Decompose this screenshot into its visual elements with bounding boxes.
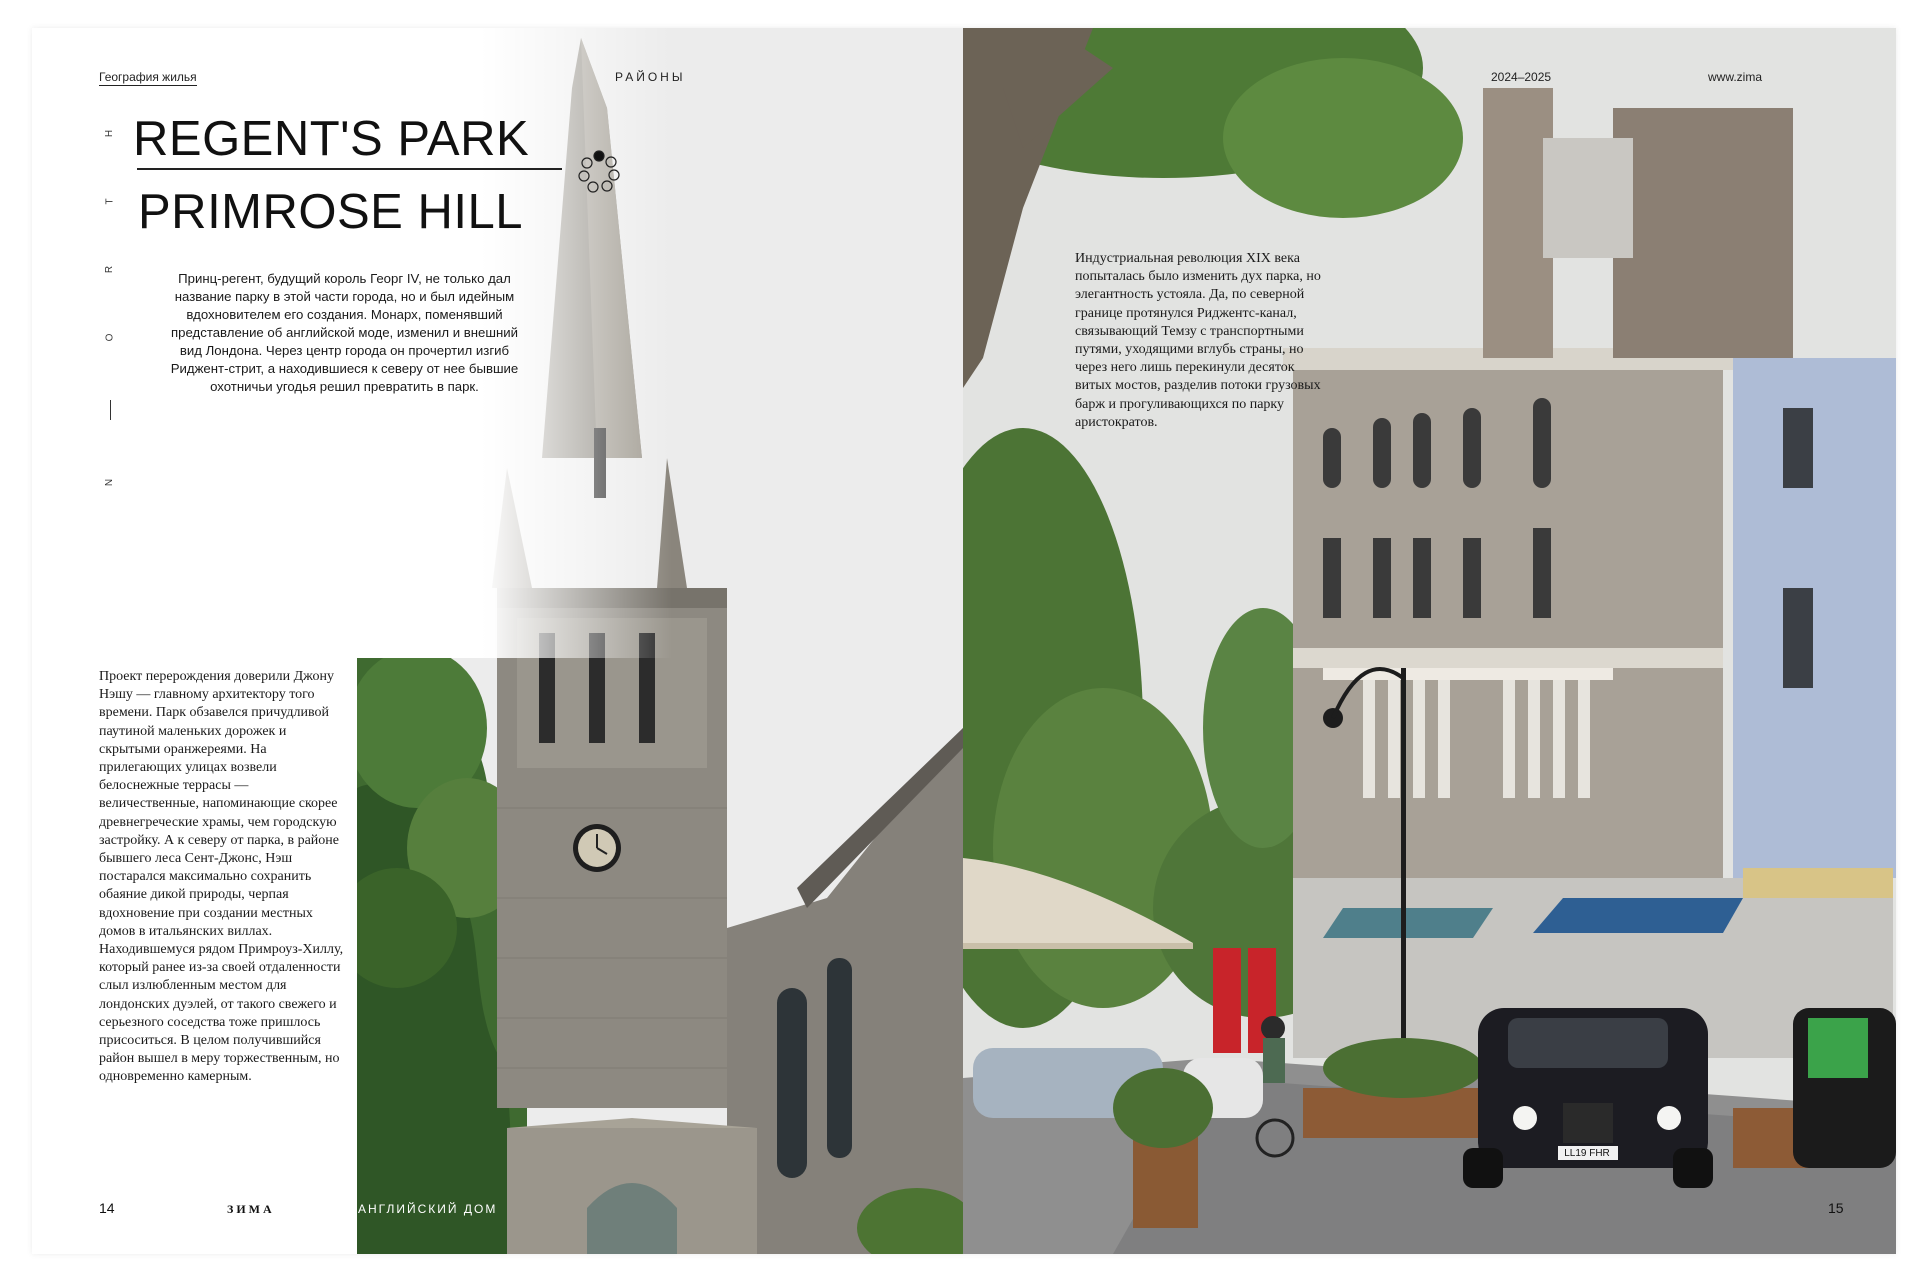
page-number-left: 14 [99,1200,115,1216]
brand-name: ЗИМА [227,1202,275,1216]
rubric-label: РАЙОНЫ [615,70,686,84]
vertical-north-label: H T R O N [104,128,116,488]
body-text-right: Индустриальная революция XIX века попыта… [1075,251,1321,430]
page-number-right: 15 [1828,1200,1844,1216]
title-line-2: PRIMROSE HILL [138,185,523,239]
vertical-letter: H [104,129,116,138]
title-line-1: REGENT'S PARK [133,112,530,166]
section-label: География жилья [99,70,197,86]
body-text-left: Проект перерождения доверили Джону Нэшу … [99,669,344,1085]
street-photo: LL19 FHR [963,28,1896,1254]
intro-paragraph: Принц-регент, будущий король Георг IV, н… [170,271,519,394]
left-page: География жилья РАЙОНЫ H T R O N REGENT'… [32,28,963,1254]
website-url: www.zima [1708,70,1763,84]
vertical-letter: N [104,478,116,487]
number-plate: LL19 FHR [1564,1148,1610,1159]
vertical-letter: O [104,333,116,342]
magazine-spread: География жилья РАЙОНЫ H T R O N REGENT'… [32,28,1896,1254]
issue-years: 2024–2025 [1491,70,1552,84]
magazine-name: АНГЛИЙСКИЙ ДОМ [358,1202,498,1216]
vertical-rule [109,400,111,420]
right-page: LL19 FHR 2024–2025 www.zima Индустриальн… [963,28,1896,1254]
vertical-letter: T [104,198,116,205]
dots-logo-icon [578,150,620,193]
vertical-letter: R [104,265,116,274]
title-divider [137,168,562,170]
